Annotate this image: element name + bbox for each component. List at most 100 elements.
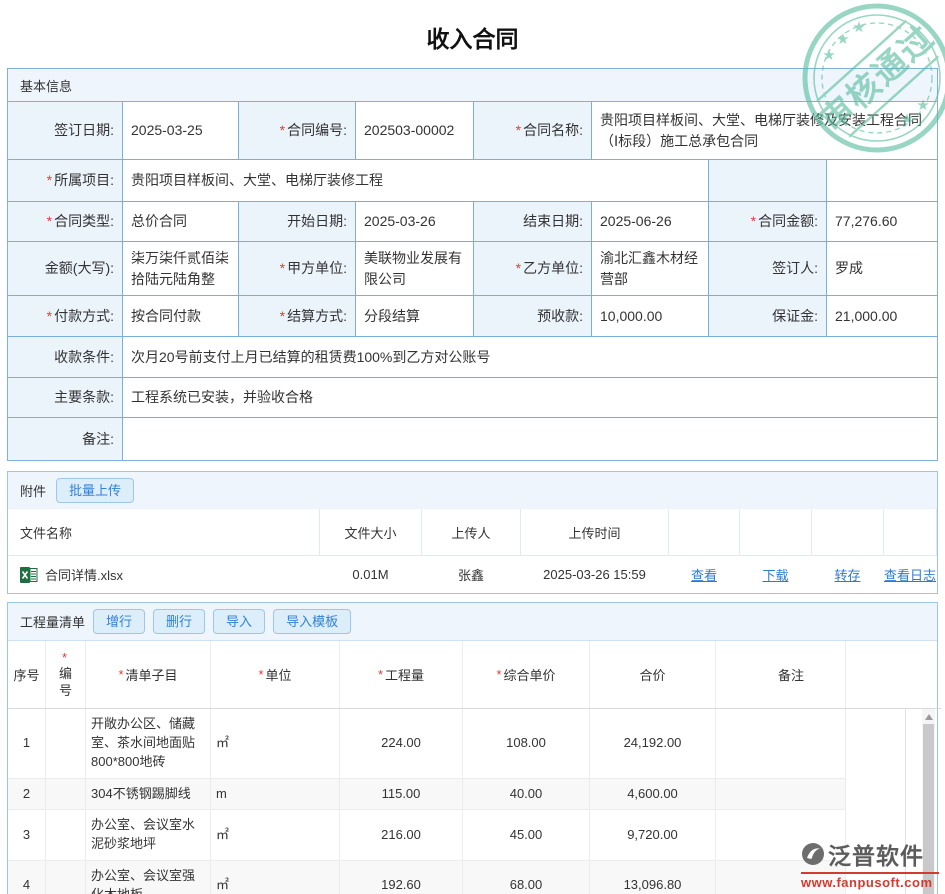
attachment-upload-time: 2025-03-26 15:59 (521, 556, 669, 593)
table-row[interactable]: 4 办公室、会议室强化木地板 ㎡ 192.60 68.00 13,096.80 (8, 861, 846, 894)
empty-value-cell (827, 160, 937, 202)
code-column-header: *编号 (46, 641, 86, 708)
transfer-link[interactable]: 转存 (834, 565, 860, 584)
seq-column-header: 序号 (8, 641, 46, 708)
deposit-label: 保证金: (709, 296, 827, 337)
amount-words-label: 金额(大写): (8, 242, 123, 296)
item-column-header: *清单子目 (86, 641, 211, 708)
row-note (716, 779, 846, 810)
price-column-header: *综合单价 (463, 641, 590, 708)
attachment-row: 合同详情.xlsx 0.01M 张鑫 2025-03-26 15:59 查看 下… (8, 556, 937, 593)
row-seq: 3 (8, 810, 46, 860)
contract-no-value: 202503-00002 (356, 102, 474, 160)
import-button[interactable]: 导入 (213, 609, 265, 635)
attachments-table-header: 文件名称 文件大小 上传人 上传时间 (8, 509, 937, 556)
scroll-up-icon[interactable] (925, 714, 933, 720)
attachment-file-cell: 合同详情.xlsx (8, 556, 320, 593)
row-item: 办公室、会议室强化木地板 (86, 861, 211, 894)
end-date-label: 结束日期: (474, 202, 592, 242)
view-log-link[interactable]: 查看日志 (884, 565, 936, 584)
total-column-header: 合价 (590, 641, 716, 708)
quantity-table-body: 1 开敞办公区、储藏室、茶水间地面贴800*800地砖 ㎡ 224.00 108… (8, 709, 846, 894)
main-terms-value: 工程系统已安装，并验收合格 (123, 378, 937, 418)
basic-info-header: 基本信息 (8, 69, 937, 102)
row-code (46, 810, 86, 860)
attachments-header: 附件 批量上传 (8, 472, 937, 509)
vendor-url: www.fanpusoft.com (801, 872, 939, 890)
download-link[interactable]: 下载 (762, 565, 788, 584)
settlement-method-label: *结算方式: (239, 296, 356, 337)
amount-words-value: 柒万柒仟贰佰柒拾陆元陆角整 (123, 242, 239, 296)
table-row[interactable]: 3 办公室、会议室水泥砂浆地坪 ㎡ 216.00 45.00 9,720.00 (8, 810, 846, 861)
amount-value: 77,276.60 (827, 202, 937, 242)
advance-value: 10,000.00 (592, 296, 709, 337)
delete-row-button[interactable]: 删行 (153, 609, 205, 635)
row-total: 4,600.00 (590, 779, 716, 810)
row-unit: ㎡ (211, 861, 340, 894)
row-code (46, 709, 86, 778)
unit-column-header: *单位 (211, 641, 340, 708)
contract-type-value: 总价合同 (123, 202, 239, 242)
contract-no-label: *合同编号: (239, 102, 356, 160)
sign-date-value: 2025-03-25 (123, 102, 239, 160)
action-column-header (884, 509, 937, 556)
row-price: 45.00 (463, 810, 590, 860)
row-unit: ㎡ (211, 709, 340, 778)
add-row-button[interactable]: 增行 (93, 609, 145, 635)
page-title: 收入合同 (0, 0, 945, 60)
payment-terms-value: 次月20号前支付上月已结算的租赁费100%到乙方对公账号 (123, 337, 937, 378)
import-template-button[interactable]: 导入模板 (273, 609, 351, 635)
attachments-section: 附件 批量上传 文件名称 文件大小 上传人 上传时间 合同详情.xlsx (7, 471, 938, 594)
view-link[interactable]: 查看 (691, 565, 717, 584)
party-a-label: *甲方单位: (239, 242, 356, 296)
table-row[interactable]: 2 304不锈钢踢脚线 m 115.00 40.00 4,600.00 (8, 779, 846, 811)
basic-info-grid: 签订日期: 2025-03-25 *合同编号: 202503-00002 *合同… (8, 102, 937, 460)
attachment-file-size: 0.01M (320, 556, 422, 593)
row-total: 9,720.00 (590, 810, 716, 860)
amount-label: *合同金额: (709, 202, 827, 242)
row-qty: 216.00 (340, 810, 463, 860)
row-item: 办公室、会议室水泥砂浆地坪 (86, 810, 211, 860)
file-size-column-header: 文件大小 (320, 509, 422, 556)
row-code (46, 779, 86, 810)
row-seq: 2 (8, 779, 46, 810)
action-column-header (812, 509, 884, 556)
row-price: 108.00 (463, 709, 590, 778)
row-item: 开敞办公区、储藏室、茶水间地面贴800*800地砖 (86, 709, 211, 778)
remark-label: 备注: (8, 418, 123, 460)
settlement-method-value: 分段结算 (356, 296, 474, 337)
signer-value: 罗成 (827, 242, 937, 296)
contract-name-label: *合同名称: (474, 102, 592, 160)
contract-type-label: *合同类型: (8, 202, 123, 242)
upload-time-column-header: 上传时间 (521, 509, 669, 556)
advance-label: 预收款: (474, 296, 592, 337)
start-date-label: 开始日期: (239, 202, 356, 242)
attachment-file-name[interactable]: 合同详情.xlsx (45, 565, 123, 584)
end-date-value: 2025-06-26 (592, 202, 709, 242)
party-b-value: 渝北汇鑫木材经营部 (592, 242, 709, 296)
party-a-value: 美联物业发展有限公司 (356, 242, 474, 296)
batch-upload-button[interactable]: 批量上传 (56, 478, 134, 504)
fanpu-logo-icon (801, 842, 825, 866)
start-date-value: 2025-03-26 (356, 202, 474, 242)
basic-info-title: 基本信息 (20, 76, 72, 95)
attachments-title: 附件 (20, 481, 46, 500)
project-label: *所属项目: (8, 160, 123, 202)
signer-label: 签订人: (709, 242, 827, 296)
action-column-header (740, 509, 812, 556)
attachment-uploader: 张鑫 (422, 556, 521, 593)
row-seq: 1 (8, 709, 46, 778)
excel-file-icon (20, 566, 38, 584)
row-qty: 224.00 (340, 709, 463, 778)
empty-label-cell (709, 160, 827, 202)
table-row[interactable]: 1 开敞办公区、储藏室、茶水间地面贴800*800地砖 ㎡ 224.00 108… (8, 709, 846, 779)
income-contract-page: 收入合同 审核通过 ★ ★ ★ ★ ★ 基本信息 (0, 0, 945, 894)
row-qty: 192.60 (340, 861, 463, 894)
payment-method-label: *付款方式: (8, 296, 123, 337)
row-note (716, 709, 846, 778)
row-price: 68.00 (463, 861, 590, 894)
vendor-watermark: 泛普软件 www.fanpusoft.com (801, 837, 939, 890)
row-unit: ㎡ (211, 810, 340, 860)
row-item: 304不锈钢踢脚线 (86, 779, 211, 810)
quantity-list-section: 工程量清单 增行 删行 导入 导入模板 序号 *编号 *清单子目 *单位 *工程… (7, 602, 938, 894)
